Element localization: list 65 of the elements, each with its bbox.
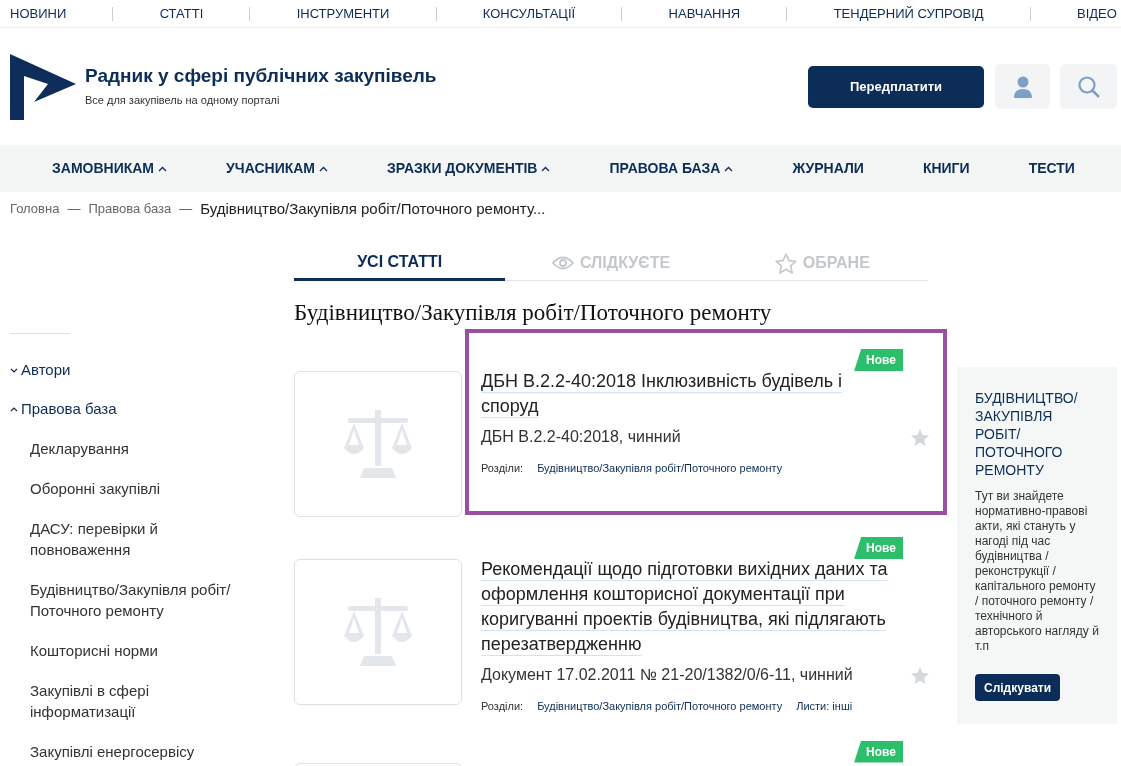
sidebar-subitem[interactable]: ДАСУ: перевірки й повноваження bbox=[30, 518, 245, 560]
star-icon[interactable] bbox=[910, 665, 930, 685]
star-icon[interactable] bbox=[910, 427, 930, 447]
sidebar-item[interactable]: Автори bbox=[10, 360, 280, 380]
article-title-link[interactable]: Рекомендації щодо підготовки вихідних даних та оформлення кошторисної документації при коригуванні проектів будівництва, які підлягають перезатвердженню bbox=[481, 557, 891, 657]
breadcrumb-link[interactable]: Правова база bbox=[88, 199, 172, 219]
nav-menu-item[interactable]: УЧАСНИКАМ bbox=[226, 158, 329, 179]
account-button[interactable] bbox=[995, 64, 1050, 109]
caret-icon bbox=[319, 165, 329, 172]
nav-link[interactable]: НАВЧАННЯ bbox=[668, 3, 741, 24]
section-link[interactable]: Будівництво/Закупівля робіт/Поточного ремонту bbox=[537, 460, 783, 477]
new-badge: Нове bbox=[854, 537, 903, 559]
follow-button[interactable]: Слідкувати bbox=[975, 674, 1061, 701]
subscribe-button[interactable]: Передплатити bbox=[808, 65, 984, 108]
caret-icon bbox=[158, 165, 168, 172]
sidebar-subitem[interactable]: Будівництво/Закупівля робіт/ Поточного ремонту bbox=[30, 579, 245, 621]
panel-title: БУДІВНИЦТВО/ ЗАКУПІВЛЯ РОБІТ/ ПОТОЧНОГО РЕМОНТУ bbox=[975, 389, 1079, 479]
nav-menu-item[interactable]: ЗРАЗКИ ДОКУМЕНТІВ bbox=[387, 158, 551, 179]
nav-menu-item[interactable]: КНИГИ bbox=[922, 158, 970, 179]
nav-link[interactable]: СТАТТІ bbox=[159, 3, 204, 24]
nav-link[interactable]: КОНСУЛЬТАЦІЇ bbox=[482, 3, 576, 24]
breadcrumb-link[interactable]: Головна bbox=[10, 199, 60, 219]
sidebar-subitem[interactable]: Оборонні закупівлі bbox=[30, 478, 245, 499]
breadcrumb-current: Будівництво/Закупівля робіт/Поточного ремонту... bbox=[200, 198, 546, 219]
nav-menu-item[interactable]: ЗАМОВНИКАМ bbox=[52, 158, 168, 179]
new-badge: Нове bbox=[854, 349, 903, 371]
section-link[interactable]: Будівництво/Закупівля робіт/Поточного ремонту bbox=[537, 698, 783, 715]
nav-link[interactable]: ТЕНДЕРНИЙ СУПРОВІД bbox=[833, 3, 984, 24]
sidebar-subitem[interactable]: Декларування bbox=[30, 438, 245, 459]
thumbnail[interactable] bbox=[294, 559, 462, 705]
nav-menu-item[interactable]: ЖУРНАЛИ bbox=[792, 158, 864, 179]
search-button[interactable] bbox=[1060, 64, 1117, 109]
thumbnail[interactable] bbox=[294, 371, 462, 517]
sidebar-subitem[interactable]: Закупівлі енергосервісу bbox=[30, 741, 245, 762]
sidebar-subitem[interactable]: Кошторисні норми bbox=[30, 640, 245, 661]
nav-menu-item[interactable]: ТЕСТИ bbox=[1028, 158, 1075, 179]
tab[interactable]: УСІ СТАТТІ bbox=[294, 246, 506, 281]
search-icon bbox=[1077, 75, 1100, 98]
breadcrumb-separator: — bbox=[179, 200, 193, 219]
article-meta: Документ 17.02.2011 № 21-20/1382/0/6-11, чинний bbox=[481, 665, 853, 685]
logo-icon[interactable] bbox=[10, 53, 76, 120]
section-link[interactable]: Листи: інші bbox=[796, 698, 853, 715]
scales-icon bbox=[342, 596, 414, 668]
user-icon bbox=[1013, 75, 1032, 98]
sidebar-subitem[interactable]: Закупівлі в сфері інформатизації bbox=[30, 680, 245, 722]
sections-label: Розділи: bbox=[481, 699, 524, 714]
nav-link[interactable]: НОВИНИ bbox=[10, 3, 67, 24]
nav-link[interactable]: ВІДЕО bbox=[1077, 3, 1117, 24]
article-meta: ДБН В.2.2-40:2018, чинний bbox=[481, 427, 681, 447]
caret-icon bbox=[724, 165, 734, 172]
site-title[interactable]: Радник у сфері публічних закупівель bbox=[85, 64, 437, 89]
sidebar-item[interactable]: Правова база bbox=[10, 399, 280, 419]
site-subtitle: Все для закупівель на одному порталі bbox=[85, 93, 281, 109]
new-badge: Нове bbox=[854, 740, 903, 763]
scales-icon bbox=[342, 408, 414, 480]
page-heading: Будівництво/Закупівля робіт/Поточного ремонту bbox=[294, 299, 773, 327]
sections-label: Розділи: bbox=[481, 461, 524, 476]
nav-link[interactable]: ІНСТРУМЕНТИ bbox=[296, 3, 390, 24]
panel-description: Тут ви знайдете нормативно-правові акти, які стануть у нагоді під час будівництва / реконструкції / капітального ремонту / поточного ремонту / технічного й авторського нагляду й т.п bbox=[975, 489, 1099, 654]
caret-icon bbox=[541, 165, 551, 172]
eye-icon bbox=[551, 256, 574, 270]
nav-menu-item[interactable]: ПРАВОВА БАЗА bbox=[609, 158, 734, 179]
article-title-link[interactable]: ДБН В.2.2-40:2018 Інклюзивність будівель і споруд bbox=[481, 369, 891, 419]
star-icon bbox=[774, 252, 797, 274]
breadcrumb-separator: — bbox=[67, 200, 81, 219]
